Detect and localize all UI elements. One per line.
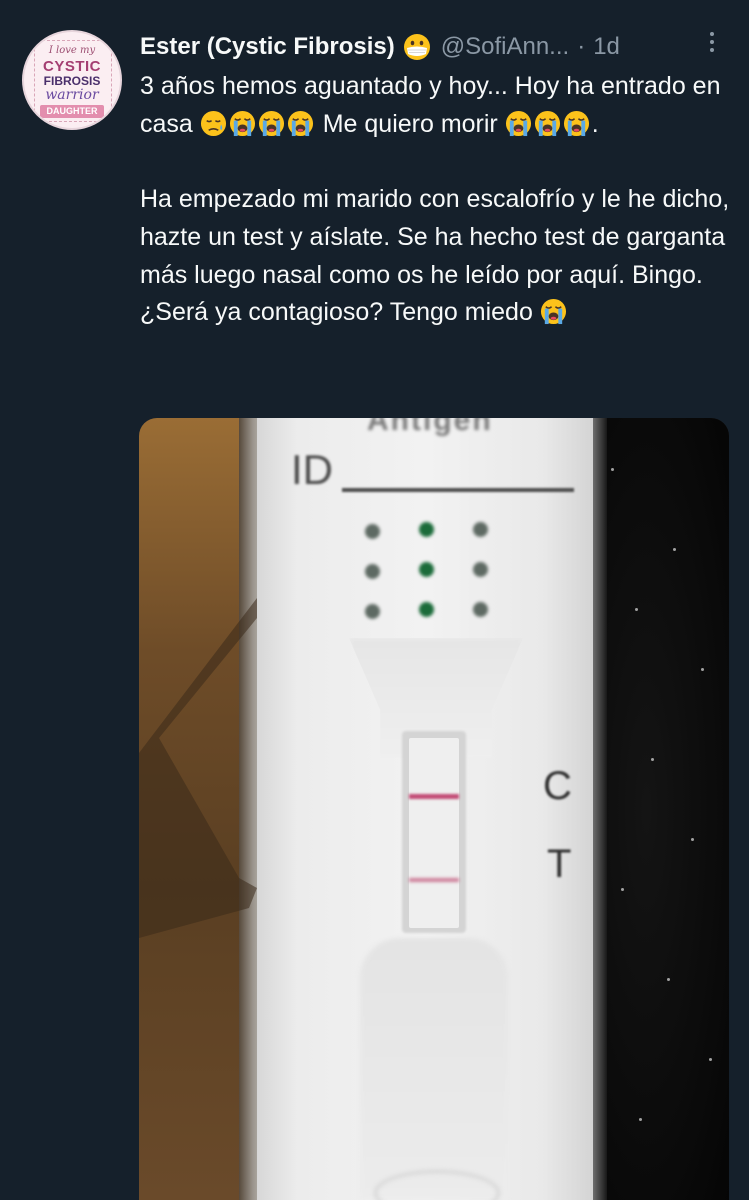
more-dot [710, 48, 714, 52]
more-vertical-icon[interactable] [700, 24, 724, 60]
cassette-pit [419, 522, 434, 537]
loudly-crying-emoji-icon [540, 298, 567, 325]
timestamp[interactable]: 1d [593, 33, 620, 61]
loudly-crying-emoji-icon [258, 110, 285, 137]
tweet-paragraph-1: 3 años hemos aguantado y hoy... Hoy ha e… [140, 68, 730, 143]
more-dot [710, 40, 714, 44]
loudly-crying-emoji-icon [505, 110, 532, 137]
text-segment: Me quiero morir [315, 109, 505, 138]
avatar-text-line3: FIBROSIS [43, 74, 101, 88]
text-segment: Ha empezado mi marido con escalofrío y l… [140, 185, 730, 327]
loudly-crying-emoji-icon [534, 110, 561, 137]
avatar[interactable]: I love my CYSTIC FIBROSIS warrior DAUGHT… [22, 30, 122, 130]
cassette-pit [365, 564, 380, 579]
tweet-text: 3 años hemos aguantado y hoy... Hoy ha e… [140, 68, 730, 332]
user-handle[interactable]: @SofiAnn... [441, 33, 569, 61]
sad-relieved-emoji-icon [200, 110, 227, 137]
cassette-pit [473, 602, 488, 617]
display-name[interactable]: Ester (Cystic Fibrosis) [140, 33, 395, 61]
text-segment: . [591, 109, 599, 138]
loudly-crying-emoji-icon [229, 110, 256, 137]
c-label: C [543, 764, 572, 808]
mask-face-emoji-icon [403, 33, 431, 61]
loudly-crying-emoji-icon [563, 110, 590, 137]
cassette-pit [365, 604, 380, 619]
separator-dot: · [577, 33, 586, 60]
id-underline [342, 488, 574, 492]
avatar-text-line2: CYSTIC [42, 58, 101, 75]
antigen-label: Antigen [367, 418, 493, 437]
tweet[interactable]: I love my CYSTIC FIBROSIS warrior DAUGHT… [0, 0, 749, 1200]
cassette-pit [473, 562, 488, 577]
loudly-crying-emoji-icon [287, 110, 314, 137]
test-line [409, 878, 459, 882]
tweet-header: Ester (Cystic Fibrosis) @SofiAnn... · 1d [140, 30, 730, 64]
tweet-paragraph-2: Ha empezado mi marido con escalofrío y l… [140, 181, 730, 332]
cassette-pit [419, 602, 434, 617]
cassette-pit [419, 562, 434, 577]
avatar-text-line5: DAUGHTER [40, 105, 104, 118]
more-dot [710, 32, 714, 36]
photo-background-right [591, 418, 729, 1200]
id-label: ID [291, 446, 333, 493]
cassette-pit [473, 522, 488, 537]
avatar-text-line1: I love my [48, 45, 96, 56]
result-window-inner [409, 738, 459, 928]
avatar-text-line4: warrior [45, 87, 99, 103]
control-line [409, 794, 459, 799]
sample-well-area [360, 938, 508, 1200]
t-label: T [547, 842, 572, 886]
tweet-media-photo[interactable]: Antigen ID C T [139, 418, 729, 1200]
cassette-pit [365, 524, 380, 539]
